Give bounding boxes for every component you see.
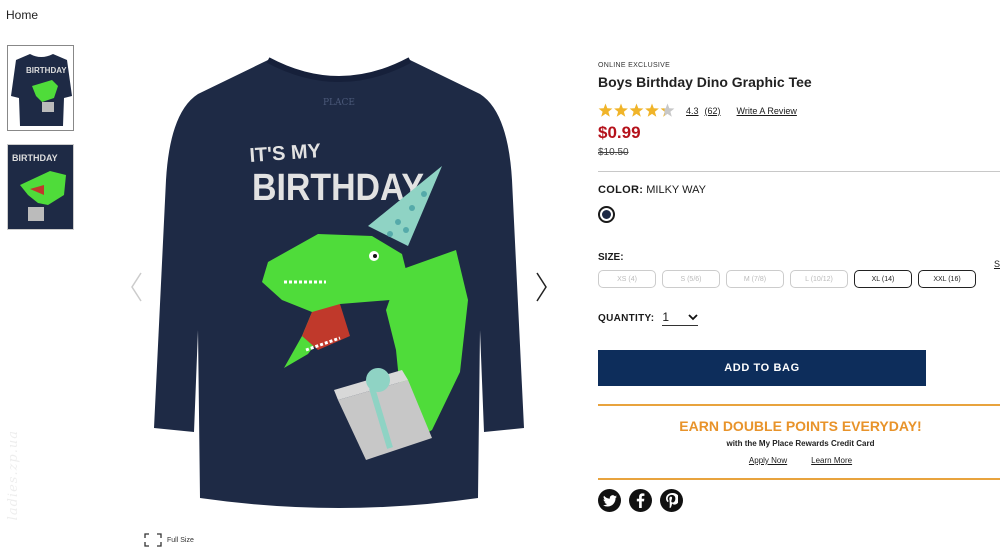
review-count-link[interactable]: (62) (705, 106, 721, 116)
social-share (598, 489, 1000, 512)
star-icon (645, 103, 659, 117)
color-label: COLOR: (598, 184, 644, 196)
size-option[interactable]: XXL (16) (918, 270, 976, 288)
add-to-bag-button[interactable]: ADD TO BAG (598, 350, 926, 386)
color-value: MILKY WAY (646, 184, 706, 196)
online-exclusive-badge: ONLINE EXCLUSIVE (598, 62, 671, 69)
size-option[interactable]: S (5/6) (662, 270, 720, 288)
thumbnail-2[interactable]: BIRTHDAY (7, 144, 74, 230)
star-icon (598, 103, 613, 117)
promo-subtitle: with the My Place Rewards Credit Card (726, 439, 875, 448)
size-option[interactable]: XS (4) (598, 270, 656, 288)
chevron-left-icon (131, 272, 142, 302)
shirt-brand-text: PLACE (323, 98, 355, 108)
rewards-promo: EARN DOUBLE POINTS EVERYDAY! with the My… (598, 404, 1000, 480)
quantity-label: QUANTITY: (598, 312, 655, 324)
thumb-text-2: BIRTHDAY (12, 153, 58, 163)
quantity-row: QUANTITY: 1 (598, 310, 1000, 326)
quantity-value: 1 (662, 310, 670, 324)
size-label: SIZE: (598, 252, 624, 263)
promo-title: EARN DOUBLE POINTS EVERYDAY! (679, 418, 922, 434)
pinterest-icon[interactable] (660, 489, 683, 512)
original-price: $10.50 (598, 147, 629, 158)
main-product-image: PLACE IT'S MY BIRTHDAY (150, 50, 528, 520)
next-image-button[interactable] (531, 270, 551, 304)
size-options: XS (4) S (5/6) M (7/8) L (10/12) XL (14) XXL … (598, 270, 1000, 288)
learn-more-link[interactable]: Learn More (811, 456, 852, 465)
full-size-label: Full Size (167, 536, 194, 544)
size-option[interactable]: XL (14) (854, 270, 912, 288)
breadcrumb-home[interactable]: Home (6, 8, 38, 22)
size-option[interactable]: M (7/8) (726, 270, 784, 288)
twitter-icon[interactable] (598, 489, 621, 512)
thumb-text: BIRTHDAY (26, 66, 67, 75)
sale-price: $0.99 (598, 123, 641, 142)
watermark: ladies.zp.ua (6, 430, 21, 521)
color-row: COLOR: MILKY WAY (598, 184, 1000, 196)
star-rating (598, 103, 675, 118)
write-review-link[interactable]: Write A Review (737, 106, 797, 116)
chevron-down-icon (688, 314, 699, 321)
star-icon (614, 103, 628, 117)
rating-value[interactable]: 4.3 (686, 106, 699, 116)
color-swatch-milky-way[interactable] (598, 206, 615, 223)
prev-image-button[interactable] (127, 270, 147, 304)
quantity-select[interactable]: 1 (662, 310, 699, 326)
chevron-right-icon (536, 272, 547, 302)
product-title: Boys Birthday Dino Graphic Tee (598, 74, 812, 90)
expand-icon (144, 533, 162, 547)
rating-row: 4.3 (62) Write A Review (598, 103, 1000, 118)
thumbnail-1[interactable]: BIRTHDAY (7, 45, 74, 131)
divider (598, 171, 1000, 172)
product-info: ONLINE EXCLUSIVE Boys Birthday Dino Grap… (598, 62, 1000, 512)
facebook-icon[interactable] (629, 489, 652, 512)
apply-now-link[interactable]: Apply Now (749, 456, 787, 465)
product-page: Home BIRTHDAY BIRTHDAY PLACE IT'S MY BIR… (0, 0, 1000, 550)
full-size-button[interactable]: Full Size (144, 533, 194, 547)
star-half-icon (660, 103, 675, 117)
size-guide-link[interactable]: S (994, 259, 1000, 269)
star-icon (629, 103, 644, 117)
size-option[interactable]: L (10/12) (790, 270, 848, 288)
